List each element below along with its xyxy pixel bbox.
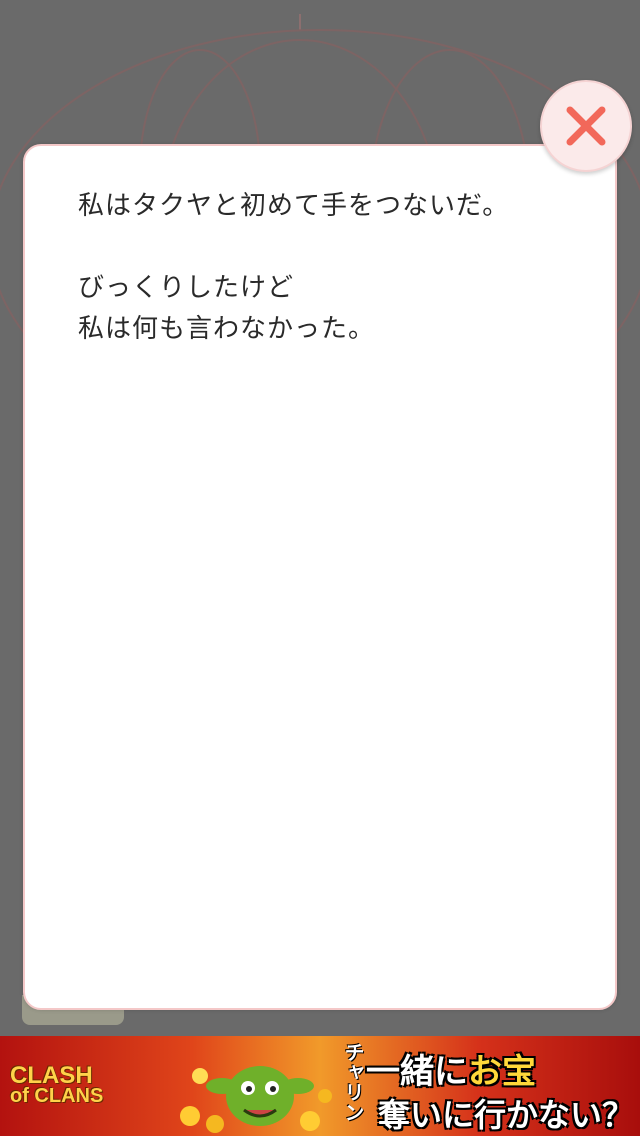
- ad-side-text: チャリン: [341, 1042, 365, 1122]
- message-line: [78, 227, 578, 268]
- message-line: びっくりしたけど: [78, 273, 295, 303]
- ad-headline-part1: 一緒に: [366, 1052, 468, 1092]
- goblin-icon: [180, 1066, 332, 1133]
- ad-banner[interactable]: CLASH of CLANS チャリン 一緒にお宝 奪いに行かない？: [0, 1036, 640, 1136]
- ad-headline-line1: 一緒にお宝: [366, 1044, 536, 1093]
- logo-line2: of CLANS: [10, 1085, 104, 1107]
- ad-headline-highlight: お宝: [468, 1052, 536, 1092]
- message-line: 私は何も言わなかった。: [78, 314, 376, 344]
- message-dialog: 私はタクヤと初めて手をつないだ。 びっくりしたけど 私は何も言わなかった。 ← …: [23, 144, 617, 1128]
- logo-line1: CLASH: [10, 1062, 93, 1089]
- message-text: 私はタクヤと初めて手をつないだ。 びっくりしたけど 私は何も言わなかった。: [78, 186, 578, 350]
- close-button[interactable]: [540, 80, 632, 172]
- message-line: 私はタクヤと初めて手をつないだ。: [78, 191, 510, 221]
- clash-of-clans-logo: CLASH of CLANS: [10, 1062, 104, 1107]
- ad-headline-line2: 奪いに行かない？: [378, 1096, 635, 1134]
- close-x-icon: [566, 106, 606, 146]
